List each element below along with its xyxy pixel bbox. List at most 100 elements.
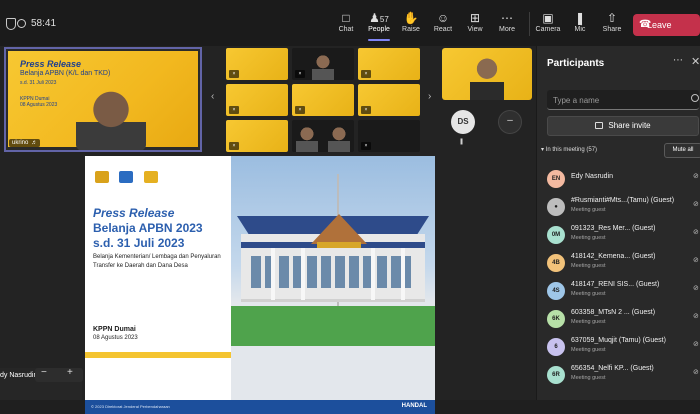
search-input[interactable] <box>547 90 685 110</box>
timer-icon <box>17 19 26 28</box>
participant-video <box>76 87 146 150</box>
mic-off-icon: × <box>361 70 371 78</box>
participant-row[interactable]: 6 637059_Muqjit (Tamu) (Guest) Meeting g… <box>547 336 699 364</box>
mic-off-icon: ⊘ <box>693 285 699 292</box>
toolbar-divider <box>529 12 530 36</box>
react-icon: ☺ <box>436 11 450 25</box>
avatar: 6 <box>547 338 565 356</box>
mic-off-icon: ⊘ <box>693 341 699 348</box>
participant-name: 656354_Nelfi KP... (Guest) <box>571 365 654 372</box>
share-invite-icon <box>595 122 604 129</box>
avatar: EN <box>547 170 565 188</box>
video-tile[interactable]: × <box>358 48 420 80</box>
participant-name: 637059_Muqjit (Tamu) (Guest) <box>571 337 666 344</box>
avatar: 6K <box>547 310 565 328</box>
footer-brand: HANDAL <box>401 403 427 409</box>
tile-name-label: dy Nasrudin <box>0 372 38 379</box>
slide-date: s.d. 31 Juli 2023 <box>93 236 185 250</box>
participant-row[interactable]: ● #Rusmianti#Mts...(Tamu) (Guest) Meetin… <box>547 196 699 224</box>
zoom-in-button[interactable]: + <box>67 367 73 378</box>
people-icon: ♟57 <box>369 11 389 25</box>
zoom-control: − + <box>35 367 83 382</box>
mic-off-icon: × <box>229 106 239 114</box>
slide-subtitle: Belanja APBN 2023 <box>93 221 203 235</box>
share-icon: ⇧ <box>606 11 618 25</box>
panel-title: Participants <box>547 58 605 69</box>
participant-video <box>470 54 504 100</box>
mic-off-icon: × <box>361 106 371 114</box>
slide-title: Press Release <box>93 206 175 220</box>
chat-icon: □ <box>342 11 350 25</box>
mic-off-icon: ⊘ <box>693 313 699 320</box>
mic-off-icon: ❚ <box>574 11 586 25</box>
active-speaker-tile[interactable]: Press Release Belanja APBN (K/L dan TKD)… <box>4 47 202 152</box>
participant-role: Meeting guest <box>571 347 606 353</box>
slide-description: Belanja Kementerian/ Lembaga dan Penyalu… <box>93 254 221 269</box>
thumb-office: KPPN Dumai 08 Agustus 2023 <box>20 96 58 108</box>
video-tile[interactable] <box>292 120 354 152</box>
zoom-out-button[interactable]: − <box>41 367 47 378</box>
leave-button[interactable]: ☎ Leave <box>633 14 700 36</box>
avatar: 0M <box>547 226 565 244</box>
more-options-icon[interactable]: ⋯ <box>673 55 683 66</box>
camera-button[interactable]: ▣ Camera <box>531 10 565 33</box>
search-field <box>547 90 699 110</box>
participant-row[interactable]: 4B 418142_Kemena... (Guest) Meeting gues… <box>547 252 699 280</box>
mic-off-icon: ❚ <box>459 139 465 145</box>
participant-role: Meeting guest <box>571 375 606 381</box>
slide-office: KPPN Dumai <box>93 326 136 333</box>
video-tile[interactable]: × <box>292 48 354 80</box>
video-tile[interactable]: × <box>292 84 354 116</box>
section-header[interactable]: ▾ In this meeting (57) <box>541 146 597 153</box>
chat-button[interactable]: □ Chat <box>329 10 363 33</box>
people-button[interactable]: ♟57 People <box>362 10 396 41</box>
footer-copyright: © 2023 Direktorat Jenderal Perbendaharaa… <box>91 404 170 409</box>
shield-icon <box>6 18 16 30</box>
participant-row[interactable]: 6K 603358_MTsN 2 ... (Guest) Meeting gue… <box>547 308 699 336</box>
view-button[interactable]: ⊞ View <box>458 10 492 33</box>
participant-row[interactable]: 0M 091323_Res Mer... (Guest) Meeting gue… <box>547 224 699 252</box>
mic-icon: ♬ <box>31 140 38 146</box>
mic-off-icon: × <box>295 70 305 78</box>
thumb-title: Press Release <box>20 59 82 69</box>
djpb-logo <box>119 171 134 183</box>
mic-off-icon: ⊘ <box>693 369 699 376</box>
participant-row[interactable]: EN Edy Nasrudin ⊘ <box>547 168 699 196</box>
mic-off-icon: ⊘ <box>693 257 699 264</box>
raise-hand-button[interactable]: ✋ Raise <box>394 10 428 33</box>
participant-row[interactable]: 4S 418147_RENI SIS... (Guest) Meeting gu… <box>547 280 699 308</box>
video-tile[interactable]: × <box>358 84 420 116</box>
mic-off-icon: ⊘ <box>693 201 699 208</box>
more-participants-button[interactable]: – <box>498 110 522 134</box>
next-page-arrow-icon[interactable]: › <box>428 91 431 102</box>
video-tile[interactable]: × <box>226 48 288 80</box>
participant-name: 418142_Kemena... (Guest) <box>571 253 656 260</box>
video-tile[interactable]: × <box>226 84 288 116</box>
avatar: 4S <box>547 282 565 300</box>
person-icon: ● <box>554 204 558 210</box>
share-invite-button[interactable]: Share invite <box>547 116 699 136</box>
close-icon[interactable]: ✕ <box>691 55 700 68</box>
react-button[interactable]: ☺ React <box>426 10 460 33</box>
more-button[interactable]: ⋯ More <box>490 10 524 33</box>
search-icon[interactable] <box>691 94 699 102</box>
mute-all-button[interactable]: Mute all <box>664 143 700 158</box>
meeting-stage: Press Release Belanja APBN (K/L dan TKD)… <box>0 46 536 414</box>
mic-button[interactable]: ❚ Mic <box>563 10 597 33</box>
prev-page-arrow-icon[interactable]: ‹ <box>211 91 214 102</box>
video-tile[interactable]: × <box>358 120 420 152</box>
video-tile[interactable]: × <box>226 120 288 152</box>
slide-footer: © 2023 Direktorat Jenderal Perbendaharaa… <box>85 400 435 414</box>
avatar[interactable]: DS <box>451 110 475 134</box>
slide-office-date: 08 Agustus 2023 <box>93 335 138 341</box>
meeting-timer: 58:41 <box>31 18 57 29</box>
ministry-logo <box>95 171 109 183</box>
participant-role: Meeting guest <box>571 207 606 213</box>
view-icon: ⊞ <box>469 11 481 25</box>
more-icon: ⋯ <box>501 11 513 25</box>
participant-name: 418147_RENI SIS... (Guest) <box>571 281 660 288</box>
participant-role: Meeting guest <box>571 235 606 241</box>
participant-row[interactable]: 6R 656354_Nelfi KP... (Guest) Meeting gu… <box>547 364 699 392</box>
share-button[interactable]: ⇧ Share <box>595 10 629 33</box>
video-tile[interactable] <box>442 48 532 100</box>
